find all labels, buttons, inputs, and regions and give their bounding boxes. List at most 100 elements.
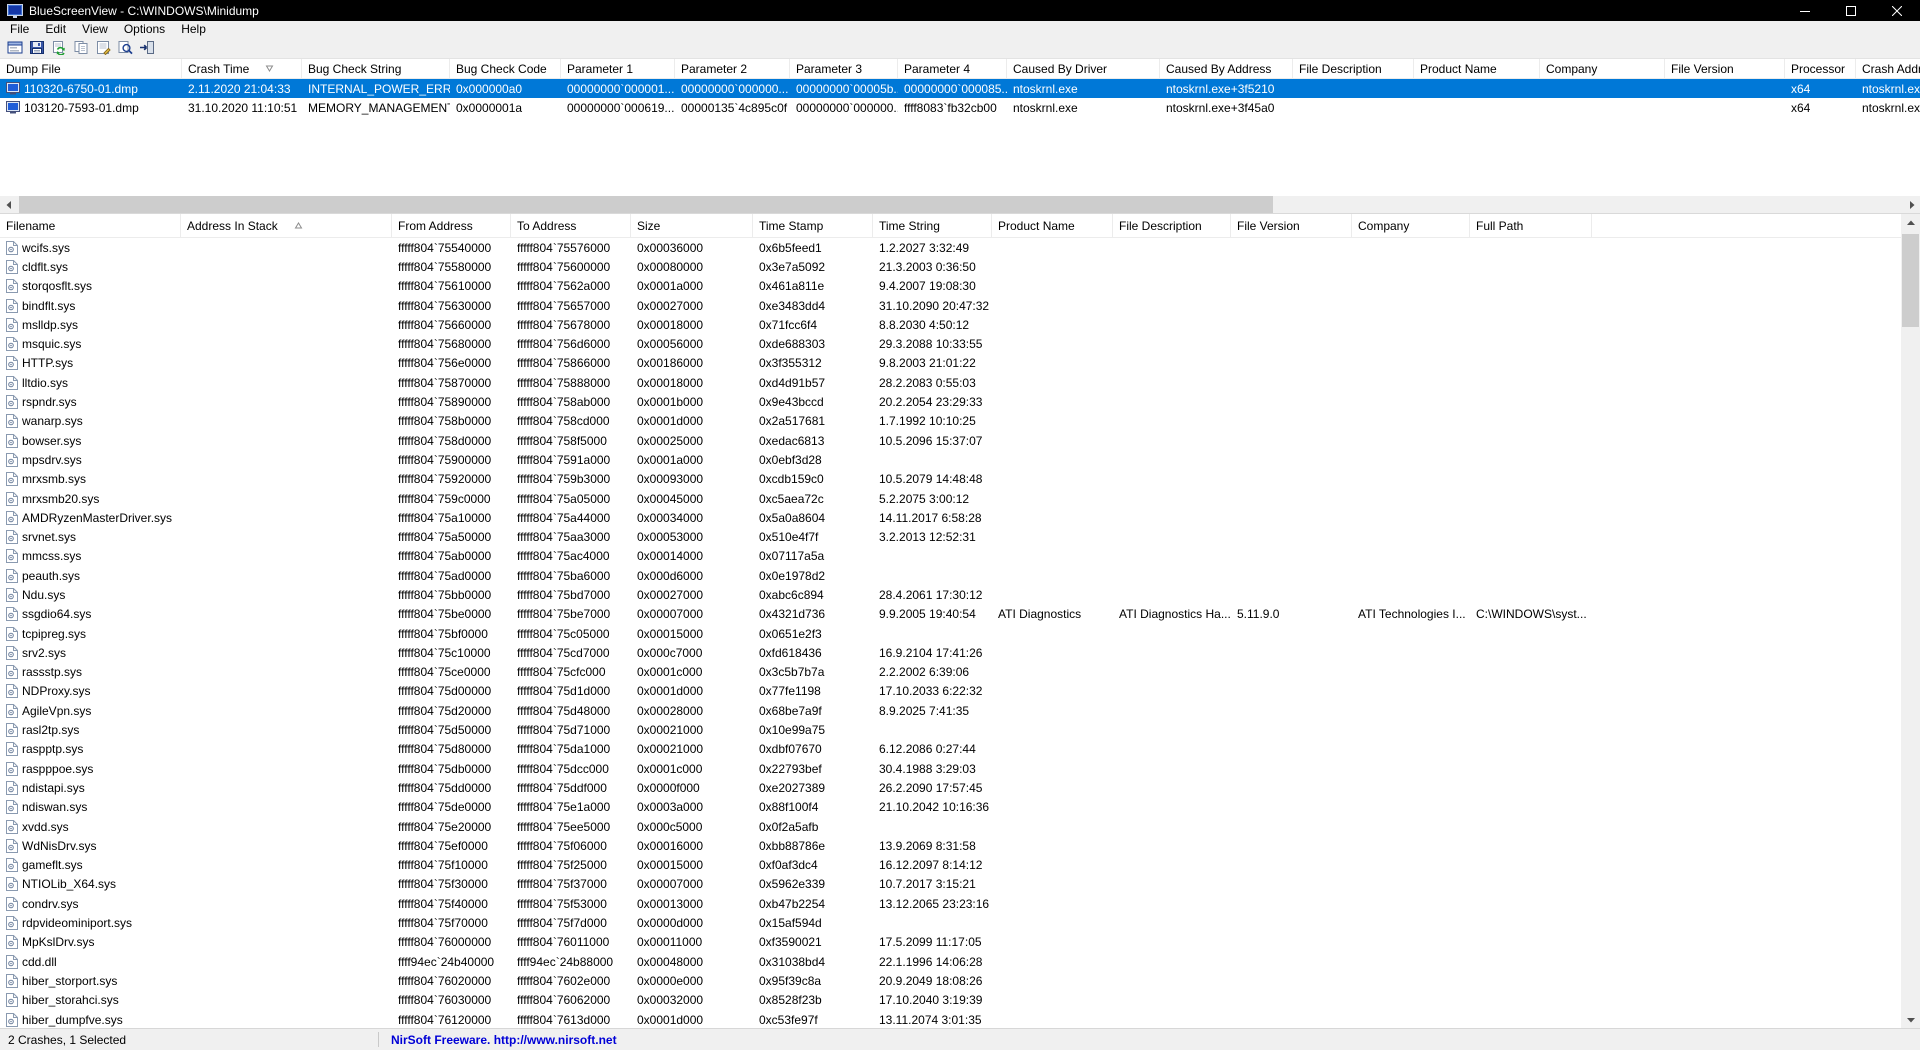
menu-item-options[interactable]: Options — [116, 22, 173, 36]
table-row[interactable]: HTTP.sysfffff804`756e0000fffff804`758660… — [0, 354, 1920, 373]
menu-item-edit[interactable]: Edit — [37, 22, 74, 36]
column-header-processor[interactable]: Processor — [1785, 59, 1856, 78]
table-row[interactable]: peauth.sysfffff804`75ad0000fffff804`75ba… — [0, 566, 1920, 585]
column-header-time-stamp[interactable]: Time Stamp — [753, 214, 873, 237]
menu-item-file[interactable]: File — [2, 22, 37, 36]
find-button[interactable] — [114, 38, 136, 58]
column-header-size[interactable]: Size — [631, 214, 753, 237]
exit-button[interactable] — [136, 38, 158, 58]
table-row[interactable]: gameflt.sysfffff804`75f10000fffff804`75f… — [0, 856, 1920, 875]
advanced-options-button[interactable] — [4, 38, 26, 58]
save-button[interactable] — [26, 38, 48, 58]
table-row[interactable]: Ndu.sysfffff804`75bb0000fffff804`75bd700… — [0, 585, 1920, 604]
scroll-left-button[interactable] — [0, 196, 17, 213]
column-header-caused-by-address[interactable]: Caused By Address — [1160, 59, 1293, 78]
table-row[interactable]: ndiswan.sysfffff804`75de0000fffff804`75e… — [0, 798, 1920, 817]
table-row[interactable]: mrxsmb.sysfffff804`75920000fffff804`759b… — [0, 470, 1920, 489]
nirsoft-link[interactable]: NirSoft Freeware. http://www.nirsoft.net — [379, 1033, 617, 1047]
column-header-company[interactable]: Company — [1352, 214, 1470, 237]
cell-file-version — [1231, 817, 1352, 836]
table-row[interactable]: rdpvideominiport.sysfffff804`75f70000fff… — [0, 913, 1920, 932]
table-row[interactable]: hiber_storport.sysfffff804`76020000fffff… — [0, 971, 1920, 990]
table-row[interactable]: xvdd.sysfffff804`75e20000fffff804`75ee50… — [0, 817, 1920, 836]
table-row[interactable]: cdd.dllffff94ec`24b40000ffff94ec`24b8800… — [0, 952, 1920, 971]
table-row[interactable]: 103120-7593-01.dmp31.10.2020 11:10:51MEM… — [0, 98, 1920, 117]
table-row[interactable]: srv2.sysfffff804`75c10000fffff804`75cd70… — [0, 643, 1920, 662]
table-row[interactable]: bowser.sysfffff804`758d0000fffff804`758f… — [0, 431, 1920, 450]
column-header-crash-time[interactable]: Crash Time — [182, 59, 302, 78]
table-row[interactable]: rasl2tp.sysfffff804`75d50000fffff804`75d… — [0, 720, 1920, 739]
table-row[interactable]: WdNisDrv.sysfffff804`75ef0000fffff804`75… — [0, 836, 1920, 855]
table-row[interactable]: mpsdrv.sysfffff804`75900000fffff804`7591… — [0, 450, 1920, 469]
column-header-crash-address[interactable]: Crash Address — [1856, 59, 1920, 78]
column-header-full-path[interactable]: Full Path — [1470, 214, 1592, 237]
column-header-company[interactable]: Company — [1540, 59, 1665, 78]
column-header-bug-check-code[interactable]: Bug Check Code — [450, 59, 561, 78]
menu-item-view[interactable]: View — [74, 22, 116, 36]
table-row[interactable]: NDProxy.sysfffff804`75d00000fffff804`75d… — [0, 682, 1920, 701]
table-row[interactable]: bindflt.sysfffff804`75630000fffff804`756… — [0, 296, 1920, 315]
refresh-button[interactable] — [48, 38, 70, 58]
driver-file-icon — [6, 742, 18, 756]
column-header-parameter-2[interactable]: Parameter 2 — [675, 59, 790, 78]
cell-company — [1352, 354, 1470, 373]
table-row[interactable]: rassstp.sysfffff804`75ce0000fffff804`75c… — [0, 663, 1920, 682]
column-header-filename[interactable]: Filename — [0, 214, 181, 237]
scroll-down-button[interactable] — [1901, 1011, 1920, 1028]
table-row[interactable]: storqosflt.sysfffff804`75610000fffff804`… — [0, 277, 1920, 296]
column-header-file-description[interactable]: File Description — [1293, 59, 1414, 78]
column-header-caused-by-driver[interactable]: Caused By Driver — [1007, 59, 1160, 78]
column-header-dump-file[interactable]: Dump File — [0, 59, 182, 78]
column-header-parameter-3[interactable]: Parameter 3 — [790, 59, 898, 78]
scroll-up-button[interactable] — [1901, 214, 1920, 231]
column-header-product-name[interactable]: Product Name — [1414, 59, 1540, 78]
table-row[interactable]: AMDRyzenMasterDriver.sysfffff804`75a1000… — [0, 508, 1920, 527]
vertical-scrollbar[interactable] — [1901, 214, 1920, 1028]
menu-item-help[interactable]: Help — [173, 22, 214, 36]
table-row[interactable]: msquic.sysfffff804`75680000fffff804`756d… — [0, 334, 1920, 353]
column-header-from-address[interactable]: From Address — [392, 214, 511, 237]
table-row[interactable]: ssgdio64.sysfffff804`75be0000fffff804`75… — [0, 605, 1920, 624]
vscroll-thumb[interactable] — [1902, 234, 1919, 327]
maximize-button[interactable] — [1828, 0, 1874, 21]
table-row[interactable]: NTIOLib_X64.sysfffff804`75f30000fffff804… — [0, 875, 1920, 894]
table-row[interactable]: tcpipreg.sysfffff804`75bf0000fffff804`75… — [0, 624, 1920, 643]
close-button[interactable] — [1874, 0, 1920, 21]
table-row[interactable]: wcifs.sysfffff804`75540000fffff804`75576… — [0, 238, 1920, 257]
table-row[interactable]: wanarp.sysfffff804`758b0000fffff804`758c… — [0, 412, 1920, 431]
column-header-address-in-stack[interactable]: Address In Stack — [181, 214, 392, 237]
table-row[interactable]: srvnet.sysfffff804`75a50000fffff804`75aa… — [0, 527, 1920, 546]
cell-file-version — [1231, 257, 1352, 276]
table-row[interactable]: lltdio.sysfffff804`75870000fffff804`7588… — [0, 373, 1920, 392]
column-header-file-version[interactable]: File Version — [1231, 214, 1352, 237]
properties-button[interactable] — [92, 38, 114, 58]
table-row[interactable]: ndistapi.sysfffff804`75dd0000fffff804`75… — [0, 778, 1920, 797]
table-row[interactable]: MpKslDrv.sysfffff804`76000000fffff804`76… — [0, 933, 1920, 952]
column-header-parameter-1[interactable]: Parameter 1 — [561, 59, 675, 78]
table-row[interactable]: hiber_dumpfve.sysfffff804`76120000fffff8… — [0, 1010, 1920, 1028]
column-header-file-version[interactable]: File Version — [1665, 59, 1785, 78]
copy-button[interactable] — [70, 38, 92, 58]
table-row[interactable]: raspppoe.sysfffff804`75db0000fffff804`75… — [0, 759, 1920, 778]
minimize-button[interactable] — [1782, 0, 1828, 21]
table-row[interactable]: cldflt.sysfffff804`75580000fffff804`7560… — [0, 257, 1920, 276]
table-row[interactable]: 110320-6750-01.dmp2.11.2020 21:04:33INTE… — [0, 79, 1920, 98]
column-header-bug-check-string[interactable]: Bug Check String — [302, 59, 450, 78]
horizontal-scrollbar[interactable] — [0, 196, 1920, 213]
table-row[interactable]: hiber_storahci.sysfffff804`76030000fffff… — [0, 991, 1920, 1010]
cell-company — [1540, 79, 1665, 98]
table-row[interactable]: rspndr.sysfffff804`75890000fffff804`758a… — [0, 392, 1920, 411]
column-header-parameter-4[interactable]: Parameter 4 — [898, 59, 1007, 78]
column-header-product-name[interactable]: Product Name — [992, 214, 1113, 237]
column-header-file-description[interactable]: File Description — [1113, 214, 1231, 237]
table-row[interactable]: mslldp.sysfffff804`75660000fffff804`7567… — [0, 315, 1920, 334]
hscroll-thumb[interactable] — [19, 196, 1273, 213]
table-row[interactable]: raspptp.sysfffff804`75d80000fffff804`75d… — [0, 740, 1920, 759]
column-header-time-string[interactable]: Time String — [873, 214, 992, 237]
column-header-to-address[interactable]: To Address — [511, 214, 631, 237]
table-row[interactable]: AgileVpn.sysfffff804`75d20000fffff804`75… — [0, 701, 1920, 720]
table-row[interactable]: mrxsmb20.sysfffff804`759c0000fffff804`75… — [0, 489, 1920, 508]
table-row[interactable]: condrv.sysfffff804`75f40000fffff804`75f5… — [0, 894, 1920, 913]
scroll-right-button[interactable] — [1903, 196, 1920, 213]
table-row[interactable]: mmcss.sysfffff804`75ab0000fffff804`75ac4… — [0, 547, 1920, 566]
